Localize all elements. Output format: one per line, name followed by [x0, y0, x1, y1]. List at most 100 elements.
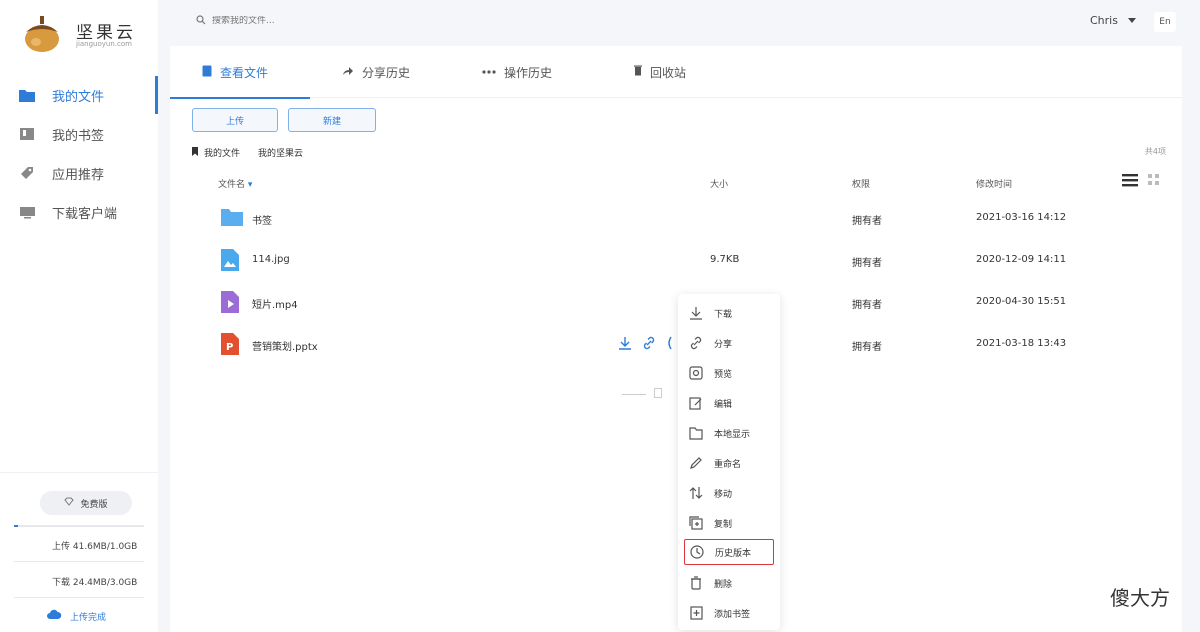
move-icon — [688, 485, 704, 501]
download-stat: 下载 24.4MB/3.0GB — [52, 578, 138, 588]
app-logo[interactable]: 坚果云 jianguoyun.com — [20, 12, 150, 54]
table-row[interactable]: P 营销策划.pptx 拥有者 2021-03-18 13:43 — [170, 324, 1182, 366]
breadcrumb: 我的文件 我的坚果云 — [192, 146, 303, 159]
menu-item-add-bookmark[interactable]: 添加书签 — [684, 600, 774, 626]
activity-icon — [482, 65, 496, 79]
menu-item-label: 复制 — [714, 519, 733, 530]
image-file-icon — [220, 248, 242, 272]
sidebar-item-label: 应用推荐 — [52, 167, 105, 183]
context-menu: 下载 分享 预览 编辑 本地显示 重命名 移动 复制 历史版本 删除 添加书签 — [678, 294, 780, 630]
table-header: 文件名 ▾ 大小 权限 修改时间 — [170, 170, 1182, 196]
column-header-permission[interactable]: 权限 — [852, 177, 870, 190]
menu-item-move[interactable]: 移动 — [684, 480, 774, 506]
file-modified: 2021-03-16 14:12 — [976, 212, 1067, 223]
menu-item-label: 编辑 — [714, 399, 733, 410]
plan-label: 免费版 — [80, 499, 108, 510]
sidebar-item-bookmarks[interactable]: 我的书签 — [0, 115, 158, 153]
folder-icon — [18, 87, 36, 103]
link-icon[interactable] — [642, 336, 656, 353]
file-modified: 2020-04-30 15:51 — [976, 296, 1067, 307]
doc-icon — [654, 388, 662, 401]
grid-view-icon[interactable] — [1148, 174, 1160, 189]
breadcrumb-current[interactable]: 我的坚果云 — [258, 146, 303, 159]
tab-operation-history[interactable]: 操作历史 — [482, 46, 552, 98]
table-row[interactable]: 114.jpg 9.7KB 拥有者 2020-12-09 14:11 — [170, 240, 1182, 282]
folder-icon — [220, 206, 243, 230]
sidebar-footer: 免费版 上传 41.6MB/1.0GB 下载 24.4MB/3.0GB 上传完成 — [0, 472, 158, 632]
file-name: 营销策划.pptx — [252, 342, 318, 353]
sidebar-item-label: 我的书签 — [52, 128, 105, 144]
add-bookmark-icon — [688, 605, 704, 621]
monitor-icon — [18, 204, 36, 220]
sidebar: 坚果云 jianguoyun.com 我的文件 我的书签 应用推荐 下载客户端 … — [0, 0, 158, 632]
tab-label: 查看文件 — [220, 65, 269, 80]
file-name: 短片.mp4 — [252, 300, 298, 311]
menu-item-rename[interactable]: 重命名 — [684, 450, 774, 476]
upload-stat: 上传 41.6MB/1.0GB — [52, 542, 138, 552]
file-size: 9.7KB — [710, 254, 740, 265]
trash-icon — [688, 575, 704, 591]
tab-label: 回收站 — [650, 65, 687, 80]
column-header-name[interactable]: 文件名 ▾ — [218, 177, 252, 190]
search-input[interactable] — [212, 16, 412, 26]
tab-share-history[interactable]: 分享历史 — [342, 46, 410, 98]
sidebar-item-apps[interactable]: 应用推荐 — [0, 154, 158, 192]
search-box[interactable] — [196, 14, 412, 28]
more-icon[interactable] — [666, 336, 672, 353]
file-icon — [202, 65, 212, 80]
trash-icon — [634, 65, 642, 79]
tab-bar: 查看文件 分享历史 操作历史 回收站 — [169, 46, 1182, 99]
tab-recycle-bin[interactable]: 回收站 — [634, 46, 686, 98]
tab-view-files[interactable]: 查看文件 — [169, 46, 311, 99]
row-actions — [618, 336, 672, 353]
menu-item-edit[interactable]: 编辑 — [684, 390, 774, 416]
edit-icon — [688, 395, 704, 411]
new-button[interactable]: 新建 — [288, 108, 376, 132]
file-name: 114.jpg — [252, 254, 290, 265]
tag-icon — [18, 165, 36, 181]
table-row[interactable]: 短片.mp4 拥有者 2020-04-30 15:51 — [170, 282, 1182, 324]
search-icon — [196, 14, 206, 28]
menu-item-label: 下载 — [714, 309, 733, 320]
menu-item-label: 本地显示 — [714, 429, 751, 440]
folder-open-icon — [688, 425, 704, 441]
user-name: Chris — [1090, 14, 1118, 27]
menu-item-show-local[interactable]: 本地显示 — [684, 420, 774, 446]
tab-label: 分享历史 — [362, 65, 411, 80]
sidebar-item-my-files[interactable]: 我的文件 — [0, 76, 158, 114]
column-header-modified[interactable]: 修改时间 — [976, 177, 1012, 190]
menu-item-copy[interactable]: 复制 — [684, 510, 774, 536]
file-permission: 拥有者 — [852, 300, 882, 311]
file-permission: 拥有者 — [852, 342, 882, 353]
file-name: 书签 — [252, 216, 272, 227]
list-view-icon[interactable] — [1122, 173, 1138, 190]
menu-item-label: 历史版本 — [715, 548, 752, 559]
file-modified: 2021-03-18 13:43 — [976, 338, 1067, 349]
language-toggle[interactable]: En — [1154, 12, 1176, 32]
menu-item-preview[interactable]: 预览 — [684, 360, 774, 386]
menu-item-label: 移动 — [714, 489, 733, 500]
user-menu[interactable]: Chris — [1090, 14, 1136, 27]
plan-badge[interactable]: 免费版 — [40, 491, 132, 515]
storage-progress — [14, 525, 144, 527]
sidebar-item-label: 下载客户端 — [52, 206, 118, 222]
menu-item-label: 分享 — [714, 339, 733, 350]
item-count: 共4项 — [1144, 147, 1166, 156]
video-file-icon — [220, 290, 242, 314]
column-header-size[interactable]: 大小 — [710, 177, 728, 190]
upload-status[interactable]: 上传完成 — [46, 609, 106, 623]
menu-item-history-version[interactable]: 历史版本 — [684, 539, 774, 565]
topbar: Chris En — [158, 0, 1200, 44]
sidebar-item-download-client[interactable]: 下载客户端 — [0, 193, 158, 231]
acorn-logo-icon — [25, 16, 59, 52]
upload-button[interactable]: 上传 — [192, 108, 278, 132]
history-icon — [689, 544, 705, 560]
table-row[interactable]: 书签 拥有者 2021-03-16 14:12 — [170, 198, 1182, 240]
menu-item-delete[interactable]: 删除 — [684, 570, 774, 596]
download-icon[interactable] — [618, 336, 632, 353]
app-domain: jianguoyun.com — [76, 40, 132, 48]
breadcrumb-root[interactable]: 我的文件 — [192, 146, 240, 159]
menu-item-download[interactable]: 下载 — [684, 300, 774, 326]
menu-item-label: 预览 — [714, 369, 733, 380]
menu-item-share[interactable]: 分享 — [684, 330, 774, 356]
